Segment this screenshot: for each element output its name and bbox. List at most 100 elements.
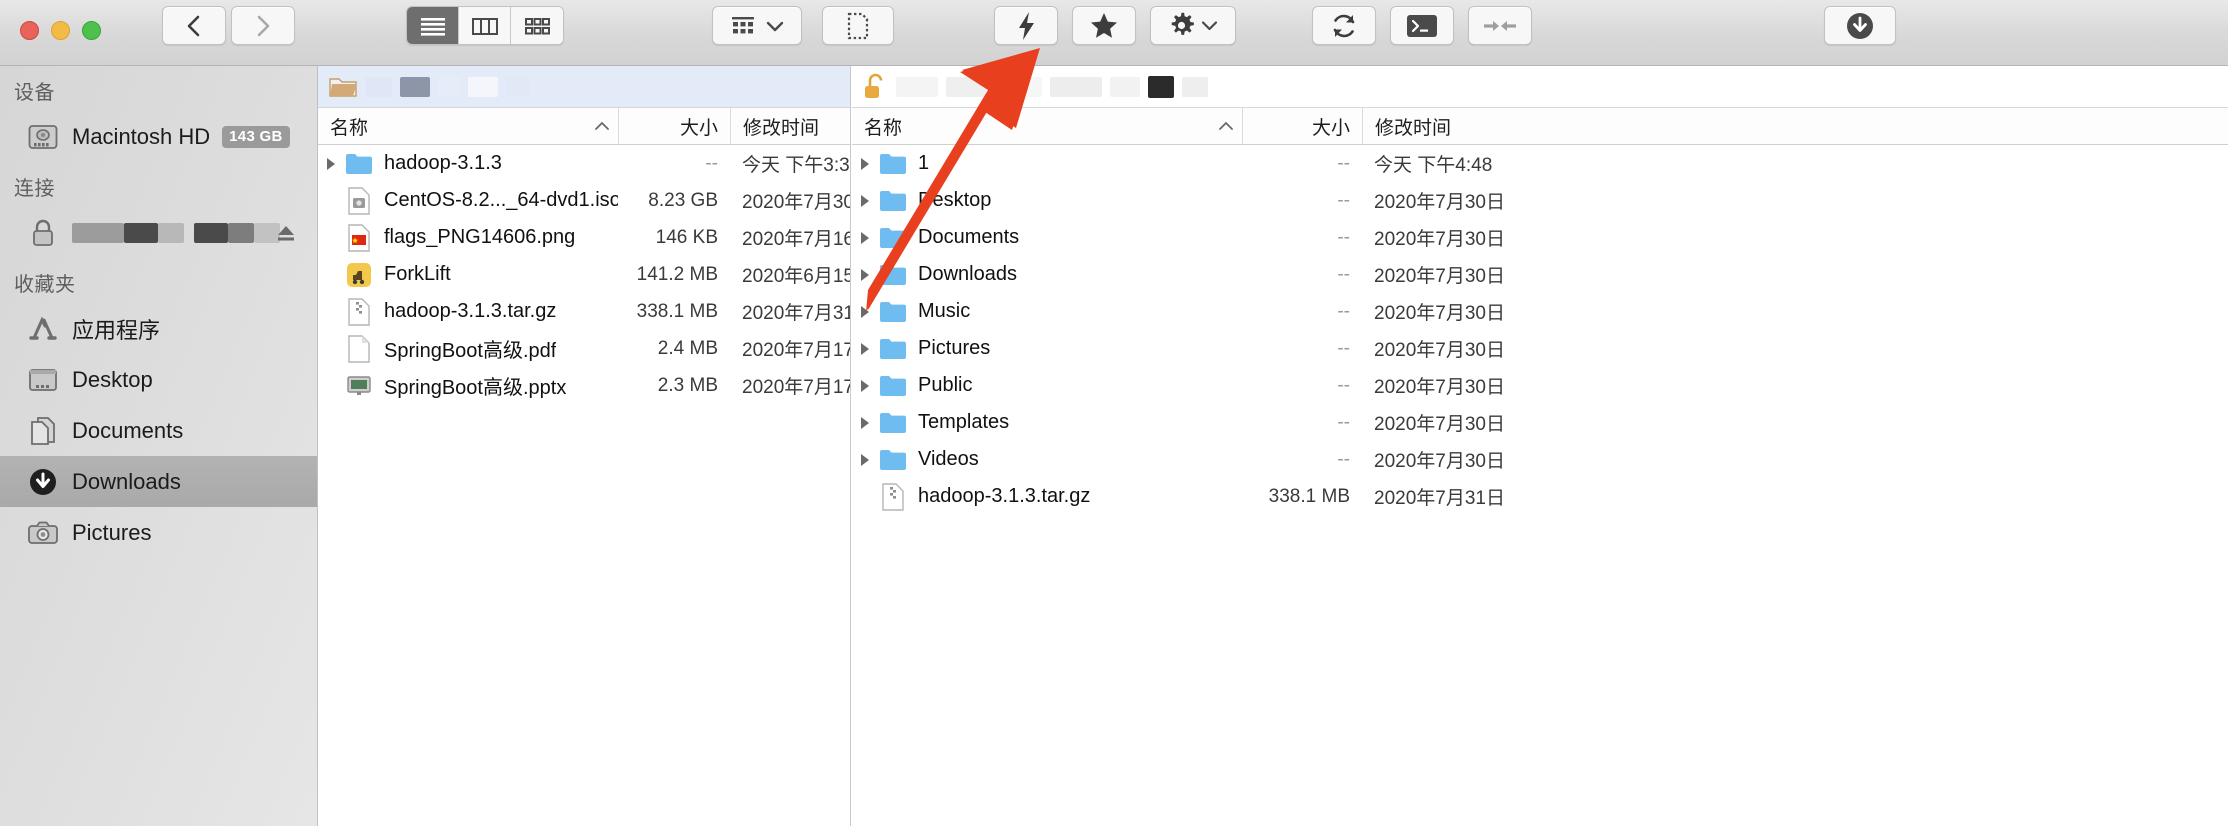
actions-dropdown-button[interactable]: [1150, 6, 1236, 45]
breadcrumb-left[interactable]: [318, 66, 850, 107]
disclosure-triangle-icon[interactable]: [318, 156, 344, 172]
eject-button[interactable]: [275, 223, 297, 243]
desktop-icon: [26, 363, 60, 397]
sidebar-item-label: 应用程序: [72, 317, 161, 343]
file-pane-right[interactable]: 名称 大小 修改时间 1 -- 今天 下午4:48 Desktop -- 202…: [852, 66, 2228, 826]
forward-button[interactable]: [231, 6, 295, 45]
file-pane-left[interactable]: 名称 大小 修改时间 hadoop-3.1.3 -- 今天 下午3:38 Cen…: [318, 66, 851, 826]
column-headers-right[interactable]: 名称 大小 修改时间: [852, 107, 2228, 145]
disclosure-triangle-icon[interactable]: [852, 341, 878, 357]
sidebar-item-pictures[interactable]: Pictures: [0, 507, 317, 558]
sync-button[interactable]: [1312, 6, 1376, 45]
terminal-button[interactable]: [1390, 6, 1454, 45]
disclosure-triangle-icon[interactable]: [852, 304, 878, 320]
table-row[interactable]: SpringBoot高级.pptx 2.3 MB 2020年7月17: [318, 367, 850, 404]
table-row[interactable]: CentOS-8.2..._64-dvd1.iso 8.23 GB 2020年7…: [318, 182, 850, 219]
table-row[interactable]: hadoop-3.1.3.tar.gz 338.1 MB 2020年7月31: [318, 293, 850, 330]
folder-icon: [878, 334, 908, 364]
table-row[interactable]: SpringBoot高级.pdf 2.4 MB 2020年7月17: [318, 330, 850, 367]
sidebar-item-label: Documents: [72, 417, 184, 443]
sidebar-item-label: Downloads: [72, 468, 181, 494]
table-row[interactable]: flags_PNG14606.png 146 KB 2020年7月16: [318, 219, 850, 256]
table-row[interactable]: Music -- 2020年7月30日: [852, 293, 2228, 330]
harddisk-icon: [26, 120, 60, 154]
table-row[interactable]: 1 -- 今天 下午4:48: [852, 145, 2228, 182]
quick-look-button[interactable]: [994, 6, 1058, 45]
storage-badge: 143 GB: [222, 125, 290, 148]
column-header-name[interactable]: 名称: [852, 108, 1242, 144]
file-list-left[interactable]: hadoop-3.1.3 -- 今天 下午3:38 CentOS-8.2..._…: [318, 145, 850, 404]
folder-icon: [878, 149, 908, 179]
table-row[interactable]: hadoop-3.1.3.tar.gz 338.1 MB 2020年7月31日: [852, 478, 2228, 515]
favorites-button[interactable]: [1072, 6, 1136, 45]
folder-icon: [878, 297, 908, 327]
zoom-window-button[interactable]: [82, 21, 101, 40]
disclosure-triangle-icon[interactable]: [852, 378, 878, 394]
column-headers-left[interactable]: 名称 大小 修改时间: [318, 107, 850, 145]
folder-icon: [878, 260, 908, 290]
compare-button[interactable]: [1468, 6, 1532, 45]
disclosure-triangle-icon[interactable]: [852, 415, 878, 431]
disclosure-triangle-icon[interactable]: [852, 267, 878, 283]
back-button[interactable]: [162, 6, 226, 45]
chevron-down-icon: [766, 21, 784, 31]
download-circle-icon: [26, 465, 60, 499]
table-row[interactable]: Downloads -- 2020年7月30日: [852, 256, 2228, 293]
applications-icon: [26, 312, 60, 346]
sidebar-item-documents[interactable]: Documents: [0, 405, 317, 456]
lock-icon: [26, 216, 60, 250]
column-header-date[interactable]: 修改时间: [730, 108, 850, 144]
star-icon: [1091, 13, 1117, 38]
downloads-button[interactable]: [1824, 6, 1896, 45]
sidebar-item-macintosh-hd[interactable]: Macintosh HD 143 GB: [0, 111, 317, 162]
lightning-bolt-icon: [1019, 11, 1034, 40]
refresh-circular-icon: [1333, 14, 1355, 37]
table-row[interactable]: Videos -- 2020年7月30日: [852, 441, 2228, 478]
selection-tool-button[interactable]: [822, 6, 894, 45]
column-header-size[interactable]: 大小: [1242, 108, 1362, 144]
sidebar-section-favorites-title: 收藏夹: [14, 274, 76, 296]
disclosure-triangle-icon[interactable]: [852, 452, 878, 468]
table-row[interactable]: Templates -- 2020年7月30日: [852, 404, 2228, 441]
list-view-icon: [420, 17, 445, 36]
table-row[interactable]: Documents -- 2020年7月30日: [852, 219, 2228, 256]
sidebar-item-applications[interactable]: 应用程序: [0, 303, 317, 354]
arrange-dropdown-button[interactable]: [712, 6, 802, 45]
download-circle-icon: [1847, 12, 1873, 39]
tab-icon-view[interactable]: [511, 7, 563, 44]
disclosure-triangle-icon[interactable]: [852, 230, 878, 246]
tab-column-view[interactable]: [459, 7, 511, 44]
table-row[interactable]: Desktop -- 2020年7月30日: [852, 182, 2228, 219]
sidebar-item-downloads[interactable]: Downloads: [0, 456, 317, 507]
table-row[interactable]: hadoop-3.1.3 -- 今天 下午3:38: [318, 145, 850, 182]
view-mode-segmented-control[interactable]: [406, 6, 564, 45]
sidebar-section-devices-title: 设备: [14, 82, 55, 104]
grid-rows-icon: [732, 16, 754, 33]
tab-list-view[interactable]: [407, 7, 459, 44]
breadcrumb-right[interactable]: [852, 66, 2228, 107]
table-row[interactable]: ForkLift 141.2 MB 2020年6月15: [318, 256, 850, 293]
file-list-right[interactable]: 1 -- 今天 下午4:48 Desktop -- 2020年7月30日 Doc: [852, 145, 2228, 515]
sidebar-item-label: Pictures: [72, 519, 152, 545]
minimize-window-button[interactable]: [51, 21, 70, 40]
sidebar-item-desktop[interactable]: Desktop: [0, 354, 317, 405]
sidebar-item-connection[interactable]: [0, 207, 317, 258]
disclosure-triangle-icon[interactable]: [852, 156, 878, 172]
archive-icon: [344, 297, 374, 327]
folder-open-icon: [328, 74, 358, 100]
archive-icon: [878, 482, 908, 512]
table-row[interactable]: Public -- 2020年7月30日: [852, 367, 2228, 404]
icon-view-icon: [525, 17, 550, 34]
table-row[interactable]: Pictures -- 2020年7月30日: [852, 330, 2228, 367]
folder-icon: [878, 223, 908, 253]
app-forklift-icon: [344, 260, 374, 290]
disclosure-triangle-icon[interactable]: [852, 193, 878, 209]
column-header-name[interactable]: 名称: [318, 108, 618, 144]
camera-icon: [26, 516, 60, 550]
column-header-date[interactable]: 修改时间: [1362, 108, 2228, 144]
toolbar: [0, 0, 2228, 66]
folder-icon: [878, 371, 908, 401]
column-header-size[interactable]: 大小: [618, 108, 730, 144]
close-window-button[interactable]: [20, 21, 39, 40]
sidebar[interactable]: 设备 Macintosh HD 143 GB 连接 收藏夹 应用程序 Deskt…: [0, 66, 318, 826]
